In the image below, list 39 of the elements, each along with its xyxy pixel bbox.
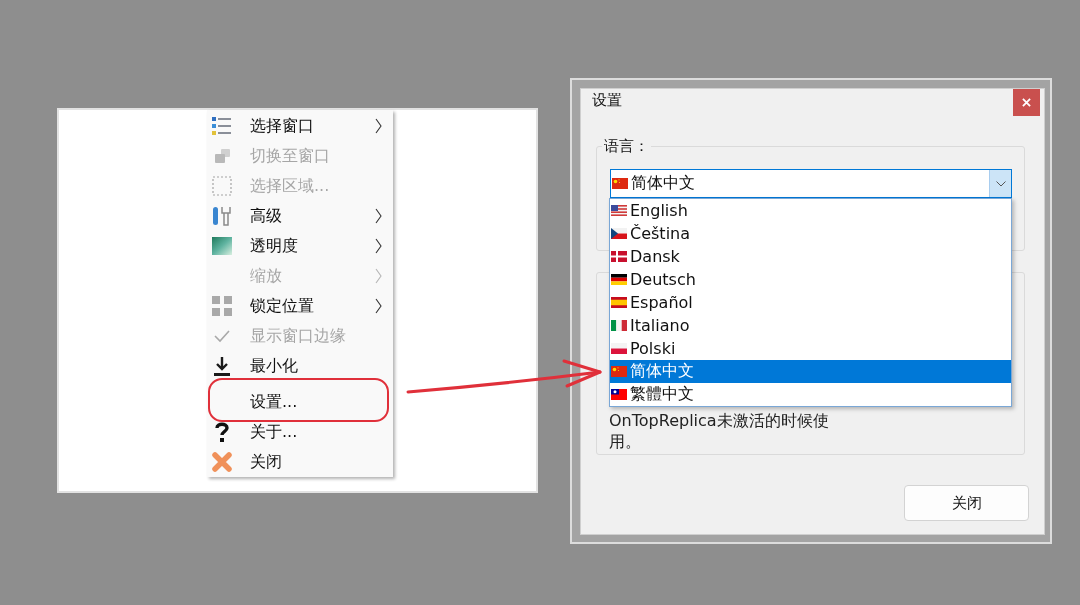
- dropdown-option[interactable]: 繁體中文: [610, 383, 1011, 406]
- close-icon: [1022, 98, 1031, 107]
- dropdown-option[interactable]: Dansk: [610, 245, 1011, 268]
- group-label: 语言：: [603, 137, 650, 155]
- dropdown-option[interactable]: 简体中文: [610, 360, 1011, 383]
- menu-item[interactable]: 透明度: [207, 231, 393, 261]
- menu-item[interactable]: 关于...: [207, 417, 393, 447]
- list-icon: [212, 116, 232, 136]
- flag-icon: [612, 178, 628, 189]
- dropdown-option[interactable]: Polski: [610, 337, 1011, 360]
- window-close-button[interactable]: [1013, 89, 1040, 116]
- windows-icon: [212, 146, 232, 166]
- question-icon: [212, 422, 232, 442]
- menu-item[interactable]: 最小化: [207, 351, 393, 381]
- dropdown-option[interactable]: Español: [610, 291, 1011, 314]
- gradient-square-icon: [212, 236, 232, 256]
- flag-icon: [611, 297, 627, 308]
- dropdown-option[interactable]: Deutsch: [610, 268, 1011, 291]
- hint-text: OnTopReplica未激活的时候使用。: [609, 410, 830, 452]
- menu-item[interactable]: 选择窗口: [207, 111, 393, 141]
- dropdown-option[interactable]: Čeština: [610, 222, 1011, 245]
- flag-icon: [611, 228, 627, 239]
- grid-icon: [212, 296, 232, 316]
- dashed-square-icon: [212, 176, 232, 196]
- cross-icon: [212, 452, 232, 472]
- language-combo[interactable]: 简体中文: [610, 169, 1012, 198]
- dropdown-option[interactable]: Italiano: [610, 314, 1011, 337]
- menu-item[interactable]: 锁定位置: [207, 291, 393, 321]
- menu-item[interactable]: 设置...: [207, 387, 393, 417]
- menu-item[interactable]: 关闭: [207, 447, 393, 477]
- close-button[interactable]: 关闭: [904, 485, 1029, 521]
- dialog-title: 设置: [592, 90, 622, 110]
- flag-icon: [611, 366, 627, 377]
- menu-item[interactable]: 高级: [207, 201, 393, 231]
- down-arrow-icon: [212, 356, 232, 376]
- chevron-down-icon: [995, 180, 1006, 187]
- flag-icon: [611, 274, 627, 285]
- tools-icon: [212, 206, 232, 226]
- dropdown-option[interactable]: English: [610, 199, 1011, 222]
